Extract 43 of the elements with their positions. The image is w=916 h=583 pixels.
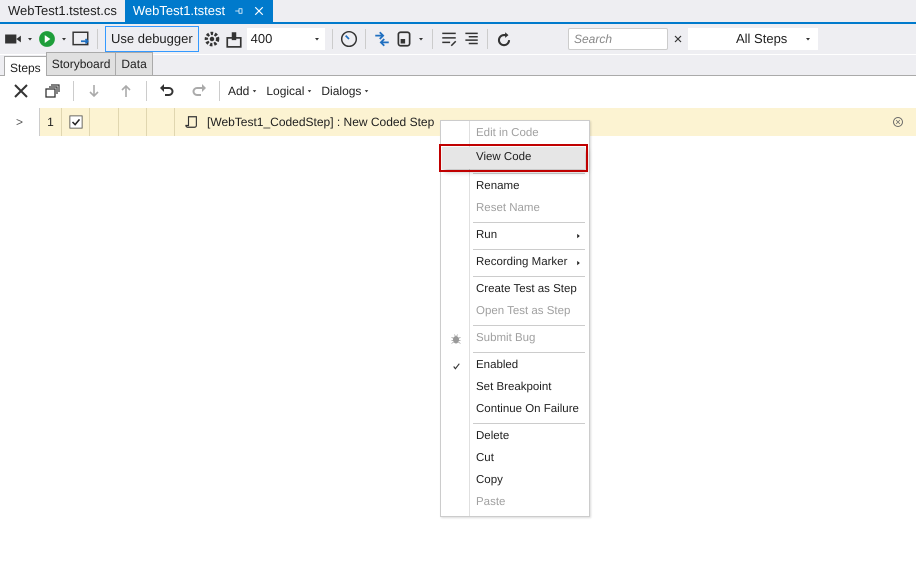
close-icon[interactable]	[253, 5, 266, 17]
menu-item[interactable]: Continue On Failure	[442, 399, 588, 421]
step-description: [WebTest1_CodedStep] : New Coded Step	[207, 114, 434, 131]
toolbar-menu[interactable]: Add	[225, 80, 262, 102]
menu-item[interactable]: Cut	[442, 448, 588, 470]
arrows-icon[interactable]	[372, 30, 391, 48]
step-number: 1	[47, 114, 54, 131]
search-field[interactable]: Search	[568, 28, 668, 50]
menu-item[interactable]: Recording Marker	[442, 252, 588, 274]
view-tab[interactable]: Data	[115, 52, 153, 75]
copy-icon[interactable]	[45, 83, 61, 99]
view-tab[interactable]: Steps	[4, 56, 47, 76]
edit-lines-icon[interactable]	[440, 30, 458, 48]
debugger-toggle-button[interactable]: Use debugger	[105, 26, 199, 52]
toolbar-menu[interactable]: Logical	[263, 80, 316, 102]
checkbox-icon[interactable]	[68, 115, 82, 129]
menu-item[interactable]: Enabled	[442, 355, 588, 377]
menu-item[interactable]: Delete	[442, 426, 588, 448]
stopwatch-icon[interactable]	[340, 30, 358, 48]
bug-icon	[450, 333, 462, 345]
script-icon	[185, 115, 199, 129]
menu-item[interactable]: Set Breakpoint	[442, 377, 588, 399]
submenu-arrow-icon	[575, 232, 582, 240]
gear-icon[interactable]	[202, 30, 221, 48]
menu-item[interactable]: Run	[442, 225, 588, 247]
document-tab[interactable]: WebTest1.tstest.cs	[0, 0, 125, 22]
menu-item[interactable]: View Code	[442, 147, 585, 169]
filter-dropdown[interactable]: All Steps	[688, 28, 818, 50]
menu-item[interactable]: Create Test as Step	[442, 279, 588, 301]
menu-item[interactable]: Copy	[442, 470, 588, 492]
submenu-arrow-icon	[575, 259, 582, 267]
menu-item[interactable]: Rename	[442, 176, 588, 198]
expander-button[interactable]: >	[16, 113, 23, 131]
database-icon[interactable]	[394, 30, 413, 48]
undo-icon[interactable]	[159, 83, 175, 99]
delete-icon[interactable]	[13, 83, 29, 99]
delay-dropdown[interactable]: 400	[246, 28, 325, 50]
upload-box-icon[interactable]	[224, 30, 243, 48]
toolbar-menu[interactable]: Dialogs	[318, 80, 374, 102]
view-tab[interactable]: Storyboard	[46, 52, 116, 75]
clear-icon[interactable]	[672, 33, 684, 45]
document-tab[interactable]: WebTest1.tstest	[124, 0, 274, 22]
remove-circle-icon[interactable]	[892, 116, 904, 128]
